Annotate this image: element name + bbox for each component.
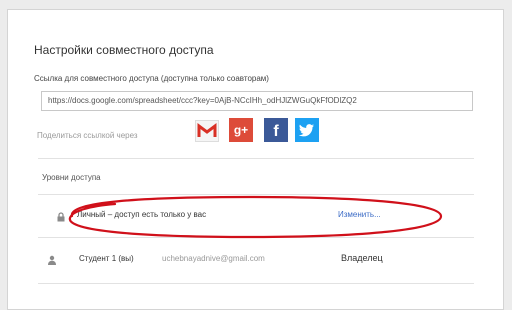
owner-email: uchebnayadnive@gmail.com	[162, 254, 265, 263]
divider	[38, 283, 474, 284]
lock-icon	[56, 209, 66, 222]
share-link-label: Ссылка для совместного доступа (доступна…	[34, 74, 269, 83]
access-levels-label: Уровни доступа	[42, 173, 101, 182]
share-link-input[interactable]: https://docs.google.com/spreadsheet/ccc?…	[41, 91, 473, 111]
person-icon	[47, 252, 57, 265]
twitter-icon[interactable]	[295, 118, 319, 142]
google-plus-icon[interactable]: g+	[229, 118, 253, 142]
gmail-icon[interactable]	[195, 120, 219, 142]
access-private-text: Личный – доступ есть только у вас	[77, 210, 207, 219]
share-via-label: Поделиться ссылкой через	[37, 131, 138, 140]
facebook-icon[interactable]: f	[264, 118, 288, 142]
divider	[38, 194, 474, 195]
owner-role: Владелец	[341, 253, 383, 263]
dialog-title: Настройки совместного доступа	[34, 43, 214, 57]
owner-name: Студент 1 (вы)	[79, 254, 134, 263]
divider	[38, 158, 474, 159]
change-access-link[interactable]: Изменить...	[338, 210, 381, 219]
divider	[38, 237, 474, 238]
